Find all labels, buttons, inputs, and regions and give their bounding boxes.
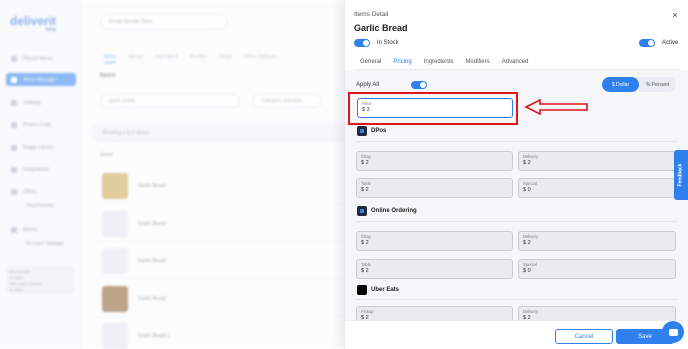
items-detail-panel: Items Detail × Garlic Bread In Stock Act… — [344, 0, 688, 349]
search-input[interactable]: garlic bread — [100, 94, 240, 108]
annotation-arrow-icon — [524, 99, 588, 115]
menu-icon — [11, 55, 17, 62]
table-row[interactable]: Garlic Bread — [92, 243, 347, 279]
main-content: Doubt Sender Store Items Menus Ingredien… — [82, 0, 352, 349]
image-icon — [11, 144, 17, 151]
cancel-button[interactable]: Cancel — [555, 329, 613, 344]
item-thumbnail — [102, 172, 128, 199]
active-label: Active — [662, 40, 679, 46]
sidebar-item[interactable]: Offers — [6, 185, 76, 198]
item-thumbnail — [102, 210, 128, 237]
table-row[interactable]: Garlic Bread — [92, 168, 347, 204]
section-divider — [356, 141, 678, 142]
sidebar-item[interactable]: Integrations — [6, 163, 76, 176]
online-ordering-icon — [357, 206, 367, 216]
tab-ingredient[interactable]: Ingredient — [155, 54, 177, 63]
uber-pickup-field[interactable]: Pickup $ 2 — [356, 306, 513, 320]
dpos-icon — [357, 126, 367, 136]
sidebar-item[interactable]: Placed Menu — [6, 52, 76, 65]
online-special-field[interactable]: Special $ 0 — [518, 259, 676, 279]
online-table-field[interactable]: Table $ 2 — [356, 259, 513, 279]
close-icon[interactable]: × — [669, 9, 681, 21]
sidebar-item[interactable]: Settings — [6, 96, 76, 109]
section-divider — [356, 299, 678, 300]
tag-icon — [11, 121, 17, 128]
online-delivery-field[interactable]: Delivery $ 2 — [518, 231, 676, 251]
tab-modifier[interactable]: Modifier — [190, 54, 208, 63]
feedback-tab[interactable]: Feedback — [674, 150, 688, 200]
price-mode-switch: $ Dollar % Percent — [602, 77, 676, 92]
menu-tabs: Items Menus Ingredient Modifier Deals Me… — [104, 54, 276, 63]
dpos-delivery-field[interactable]: Delivery $ 2 — [518, 151, 676, 171]
in-stock-toggle[interactable] — [354, 39, 370, 47]
panel-header: Items Detail — [354, 11, 389, 18]
highlight-box — [348, 92, 518, 125]
section-uber-eats: Uber Eats — [357, 285, 399, 295]
menu-icon — [11, 76, 17, 83]
sidebar-subitem[interactable]: Account Settings — [26, 241, 64, 247]
sidebar: deliverit beta Placed Menu Menu Manager S… — [0, 0, 82, 349]
store-select[interactable]: Doubt Sender Store — [100, 14, 228, 30]
offer-icon — [11, 188, 17, 195]
table-row[interactable]: Garlic Bread — [92, 281, 347, 317]
category-select[interactable]: Category selected — [252, 94, 322, 108]
admin-icon — [11, 226, 17, 233]
section-divider — [356, 221, 678, 222]
tab-deals[interactable]: Deals — [219, 54, 232, 63]
table-row[interactable]: Garlic Bread 2 — [92, 318, 347, 349]
showing-bar: Showing 1 to 6 items — [92, 124, 347, 142]
tab-menu-settings[interactable]: Menu Settings — [244, 54, 276, 63]
apply-all-toggle[interactable] — [411, 81, 427, 89]
item-thumbnail — [102, 285, 128, 312]
sidebar-item[interactable]: Admin — [6, 223, 76, 236]
logo: deliverit beta — [10, 14, 57, 33]
item-thumbnail — [102, 322, 128, 349]
panel-footer: Cancel Save — [345, 320, 688, 349]
active-toggle[interactable] — [639, 39, 655, 47]
apply-all-label: Apply All — [356, 82, 380, 88]
sidebar-item[interactable]: Promo Code — [6, 118, 76, 131]
sidebar-item-menu-manager[interactable]: Menu Manager — [6, 73, 76, 86]
dpos-shop-field[interactable]: Shop $ 2 — [356, 151, 513, 171]
item-title: Garlic Bread — [354, 23, 408, 33]
dpos-special-field[interactable]: Special $ 0 — [518, 178, 676, 198]
items-heading: Items — [100, 73, 116, 79]
uber-delivery-field[interactable]: Delivery $ 2 — [518, 306, 676, 320]
item-thumbnail — [102, 247, 128, 274]
sidebar-subitem[interactable]: Touchscreen — [26, 203, 54, 209]
user-card: Mira Kessler Hi-4520 Mira Label Kessler … — [6, 266, 74, 294]
uber-eats-icon — [357, 285, 367, 295]
table-row[interactable]: Garlic Bread — [92, 206, 347, 242]
percent-mode-button[interactable]: % Percent — [639, 77, 676, 92]
sidebar-item[interactable]: Image Library — [6, 141, 76, 154]
dollar-mode-button[interactable]: $ Dollar — [602, 77, 639, 92]
gear-icon — [11, 99, 17, 106]
section-dpos: DPos — [357, 126, 386, 136]
plug-icon — [11, 166, 17, 173]
section-online-ordering: Online Ordering — [357, 206, 417, 216]
tab-items[interactable]: Items — [104, 54, 117, 63]
dpos-table-field[interactable]: Table $ 2 — [356, 178, 513, 198]
in-stock-label: In Stock — [377, 40, 399, 46]
tab-menus[interactable]: Menus — [128, 54, 143, 63]
online-shop-field[interactable]: Shop $ 2 — [356, 231, 513, 251]
chat-icon[interactable] — [662, 321, 684, 343]
name-column-header: Name — [100, 152, 114, 158]
